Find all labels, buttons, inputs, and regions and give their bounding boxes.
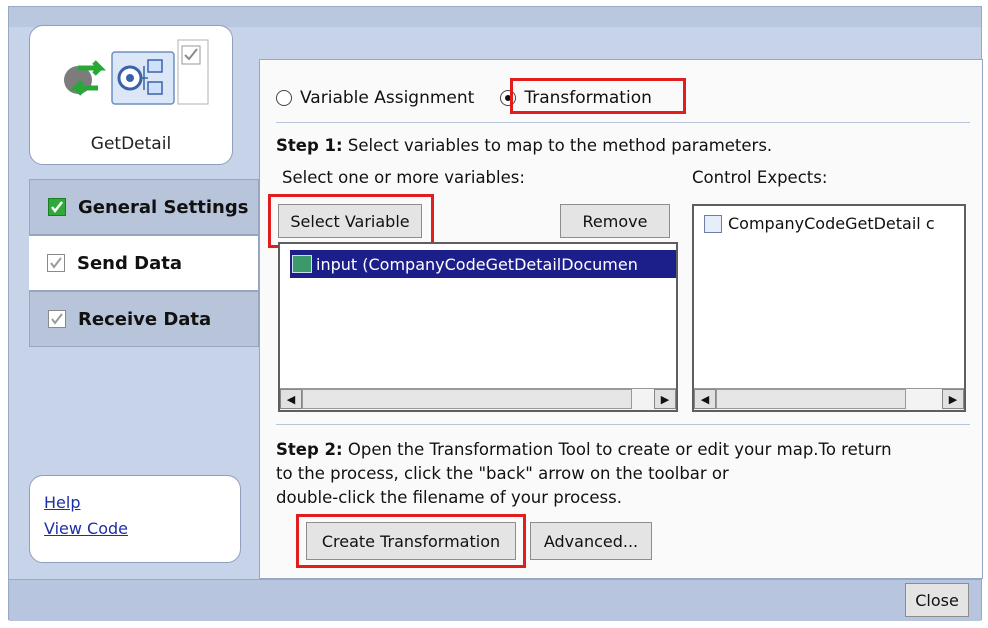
divider [276,122,970,123]
scroll-left-icon[interactable]: ◀ [694,389,716,409]
scroll-track[interactable] [302,389,654,410]
xml-variable-icon [292,255,312,273]
step1-label: Step 1: [276,136,343,155]
divider [276,424,970,425]
control-expects-list[interactable]: CompanyCodeGetDetail c ◀ ▶ [692,204,966,412]
help-link[interactable]: Help [44,490,240,516]
radio-variable-assignment[interactable]: Variable Assignment [276,88,474,108]
dialog-window: GetDetail General Settings Send Data Rec… [8,6,983,621]
dialog-top-bar [9,7,981,27]
list-item[interactable]: CompanyCodeGetDetail c [704,214,935,233]
step1-text: Select variables to map to the method pa… [342,136,773,155]
scroll-thumb[interactable] [716,389,906,409]
method-parameter-icon [704,214,722,233]
step2-label: Step 2: [276,440,343,459]
step2-text-line2: to the process, click the "back" arrow o… [276,464,729,483]
control-name: GetDetail [90,134,172,154]
horizontal-scrollbar[interactable]: ◀ ▶ [280,388,676,410]
control-icons [58,36,218,106]
nav-send-label: Send Data [77,252,182,274]
scroll-right-icon[interactable]: ▶ [654,389,676,409]
step2-instruction: Step 2: Open the Transformation Tool to … [276,438,976,510]
main-panel: Variable Assignment Transformation Step … [259,59,983,579]
create-transformation-highlight [296,514,526,568]
checkmark-icon [47,254,65,272]
web-service-control-icon [111,51,175,105]
scroll-left-icon[interactable]: ◀ [280,389,302,409]
close-button[interactable]: Close [905,583,969,617]
step2-text-line1: Open the Transformation Tool to create o… [342,440,892,459]
variable-name: input (CompanyCodeGetDetailDocumen [316,254,638,274]
step1-instruction: Step 1: Select variables to map to the m… [276,136,772,155]
help-card: Help View Code [29,475,241,563]
nav-receive-data[interactable]: Receive Data [29,291,259,347]
checkmark-icon [48,198,66,216]
control-expects-label: Control Expects: [692,168,828,187]
expected-parameter: CompanyCodeGetDetail c [728,214,935,233]
radio-variable-label: Variable Assignment [300,88,475,108]
variables-list[interactable]: input (CompanyCodeGetDetailDocumen ◀ ▶ [278,242,678,412]
radio-button[interactable] [276,90,292,106]
remove-button[interactable]: Remove [560,204,670,238]
scroll-track[interactable] [716,389,942,410]
dialog-footer: Close [9,579,981,621]
checkmark-box-icon [177,39,209,105]
nav-send-data[interactable]: Send Data [29,235,259,291]
control-icon-card: GetDetail [29,25,233,165]
step2-text-line3: double-click the filename of your proces… [276,488,622,507]
select-variable-highlight [268,194,434,248]
nav-general-label: General Settings [78,196,249,218]
nav-general-settings[interactable]: General Settings [29,179,259,235]
transformation-highlight [510,78,686,114]
process-arrows-icon [64,60,107,96]
scroll-thumb[interactable] [302,389,632,409]
advanced-button[interactable]: Advanced... [530,522,652,560]
select-variables-label: Select one or more variables: [282,168,525,187]
view-code-link[interactable]: View Code [44,516,240,542]
list-item-selected[interactable]: input (CompanyCodeGetDetailDocumen [290,250,676,278]
horizontal-scrollbar[interactable]: ◀ ▶ [694,388,964,410]
nav-receive-label: Receive Data [78,308,212,330]
checkmark-icon [48,310,66,328]
scroll-right-icon[interactable]: ▶ [942,389,964,409]
